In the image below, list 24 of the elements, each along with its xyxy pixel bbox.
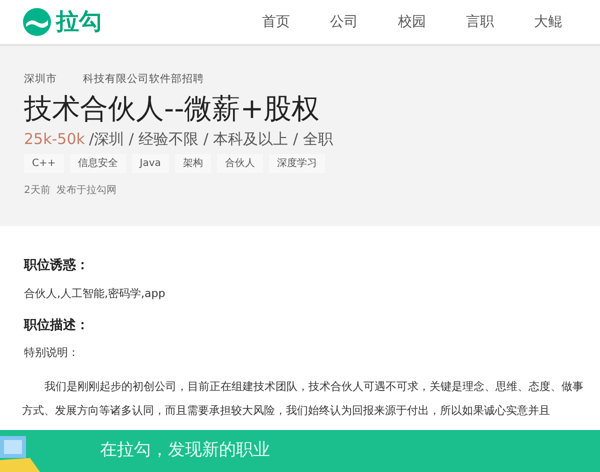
job-title: 技术合伙人--微薪+股权 [24, 90, 321, 127]
skill-tag[interactable]: 合伙人 [216, 154, 263, 173]
nav-link[interactable]: 大鲲 [534, 12, 562, 32]
banner-text: 在拉勾，发现新的职业 [100, 439, 270, 462]
nav-link[interactable]: 首页 [262, 12, 290, 32]
company-text: 科技有限公司软件部招聘 [83, 72, 204, 87]
requirements-text: /深圳 / 经验不限 / 本科及以上 / 全职 [88, 128, 333, 150]
nav-link[interactable]: 公司 [330, 12, 358, 32]
skill-tag[interactable]: 架构 [174, 154, 211, 173]
nav-link[interactable]: 言职 [466, 12, 494, 32]
nav-link[interactable]: 校园 [398, 12, 426, 32]
salary-text: 25k-50k [24, 128, 85, 150]
paragraph-text: 特别说明： [24, 345, 80, 361]
logo-icon [22, 7, 52, 37]
skill-tag[interactable]: Java [132, 154, 169, 173]
section-heading: 职位描述： [24, 316, 90, 334]
section-heading: 职位诱惑： [24, 257, 90, 275]
paragraph-text: 合伙人,人工智能,密码学,app [24, 286, 166, 302]
skill-tag[interactable]: 信息安全 [70, 154, 126, 173]
skill-tag[interactable]: C++ [24, 154, 64, 173]
paragraph-text: 我们是刚刚起步的初创公司，目前正在组建技术团队，技术合伙人可遇不可求，关键是理念、思维、态度、做事方式、发展方向等诸多认同，而且需要承担较大风险，我们始终认为回报来源于付出，所以如果诚心实意并且 [22, 379, 584, 419]
city-text: 深圳市 [24, 72, 57, 87]
skill-tag[interactable]: 深度学习 [268, 154, 325, 173]
posted-text: 2天前 发布于拉勾网 [24, 184, 118, 198]
